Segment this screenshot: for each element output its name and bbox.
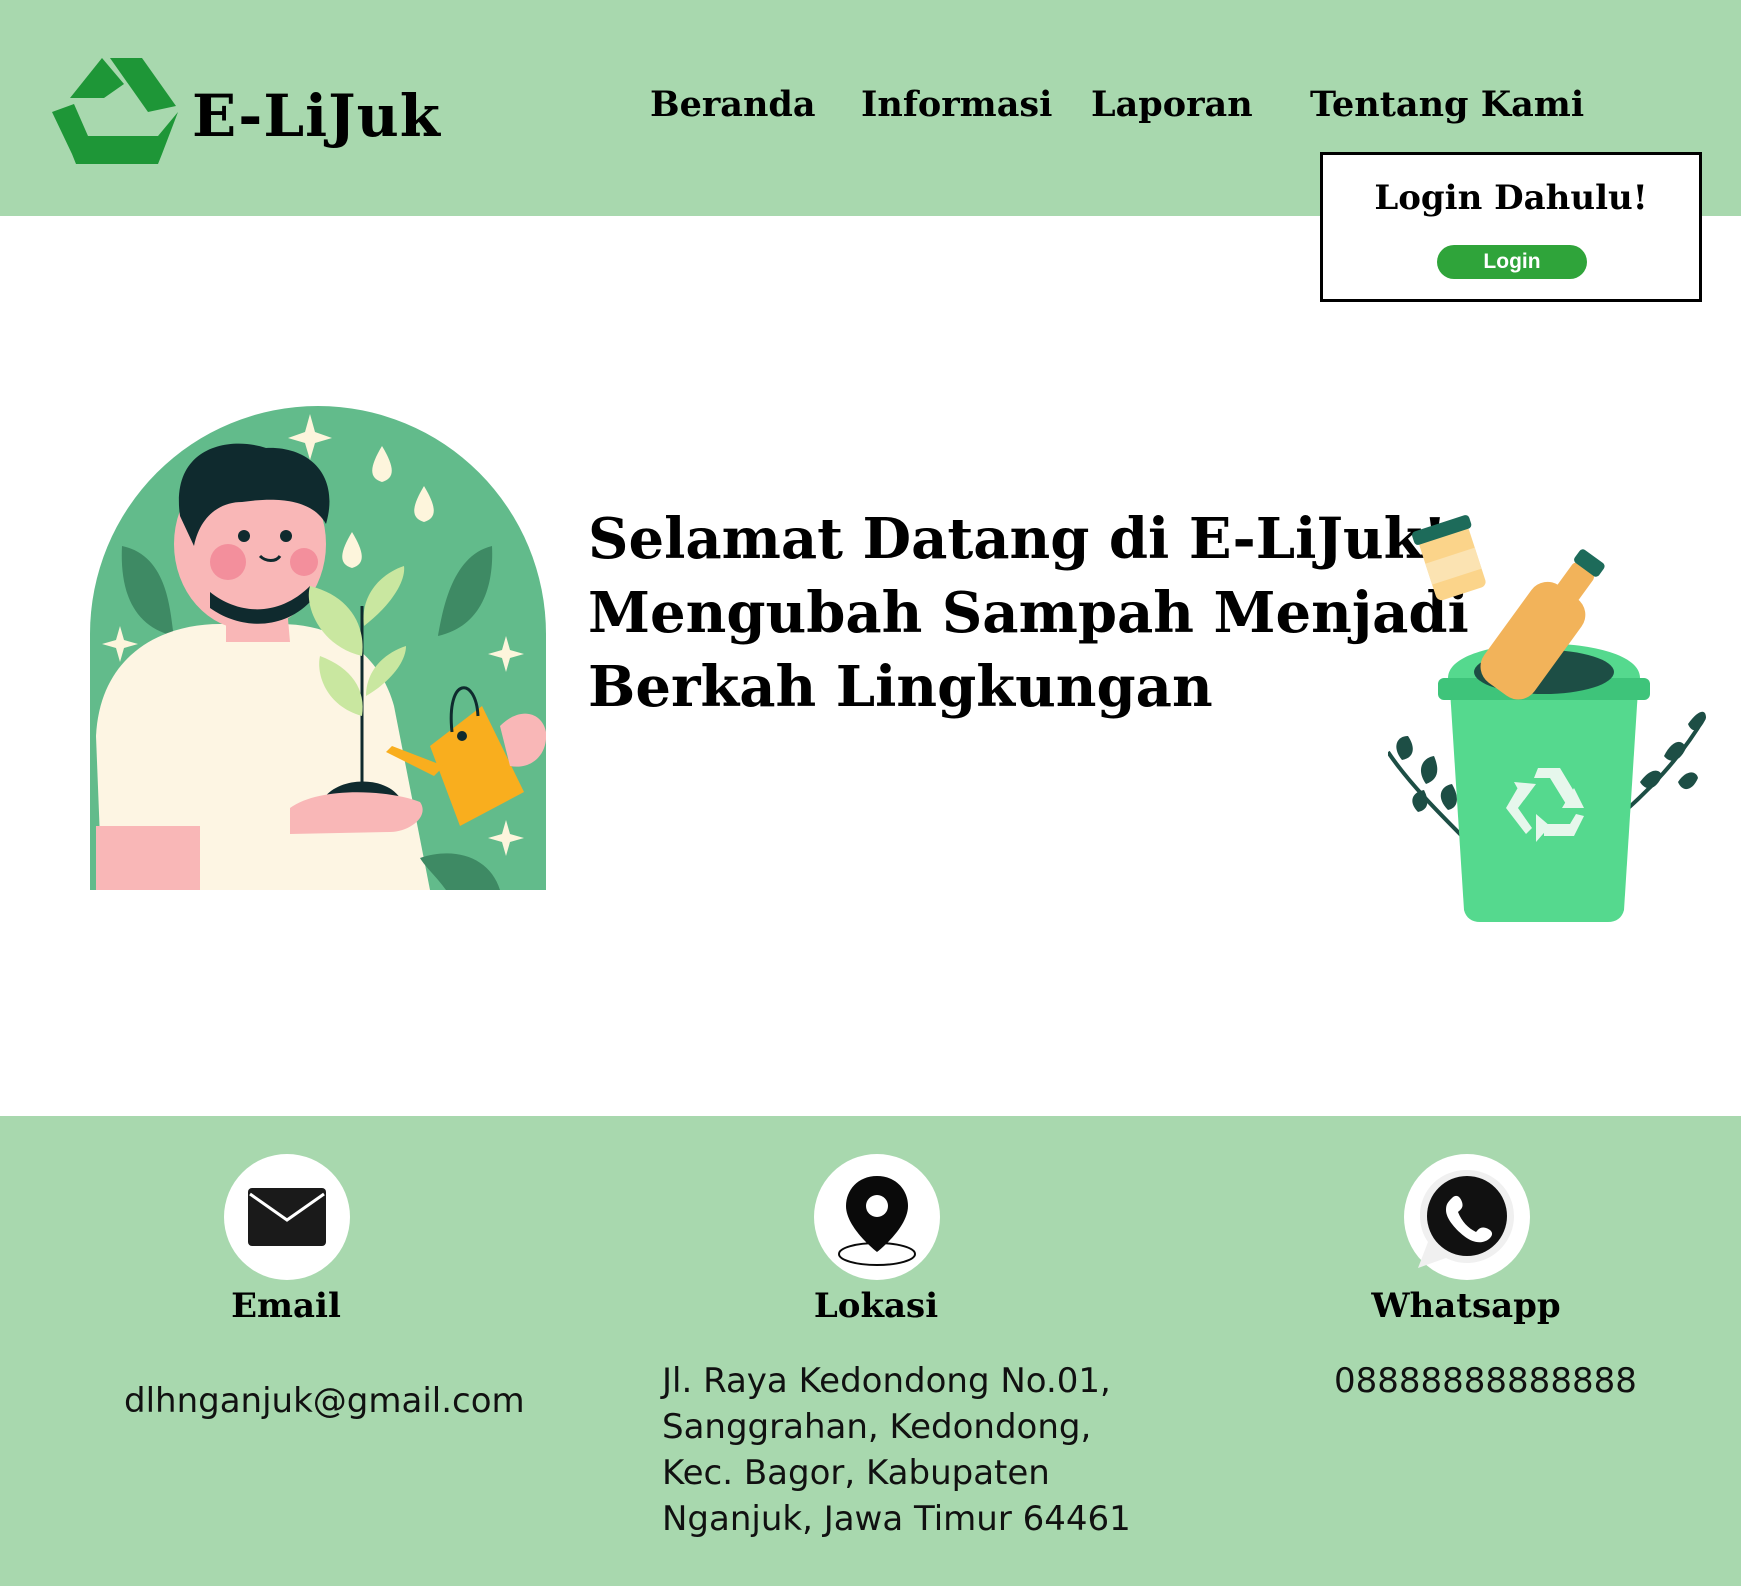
hero-line: Mengubah Sampah Menjadi — [588, 580, 1469, 646]
login-prompt-box: Login Dahulu! Login — [1320, 152, 1702, 302]
login-button[interactable]: Login — [1437, 245, 1587, 279]
address-line: Sanggrahan, Kedondong, — [662, 1407, 1092, 1447]
map-pin-icon[interactable] — [814, 1154, 940, 1280]
hero-line: Berkah Lingkungan — [588, 654, 1213, 720]
nav-beranda[interactable]: Beranda — [650, 80, 816, 130]
email-value[interactable]: dlhnganjuk@gmail.com — [124, 1378, 525, 1424]
whatsapp-icon[interactable] — [1404, 1154, 1530, 1280]
login-prompt-title: Login Dahulu! — [1374, 178, 1648, 218]
recycle-logo-icon[interactable] — [52, 54, 182, 164]
recycle-bin-illustration — [1388, 515, 1706, 922]
hero-heading: Selamat Datang di E-LiJuk! Mengubah Samp… — [588, 502, 1469, 724]
address-line: Nganjuk, Jawa Timur 64461 — [662, 1499, 1131, 1539]
hero-line: Selamat Datang di E-LiJuk! — [588, 506, 1448, 572]
nav-tentang-kami[interactable]: Tentang Kami — [1310, 80, 1584, 130]
gardener-illustration — [90, 406, 546, 890]
nav-laporan[interactable]: Laporan — [1091, 80, 1253, 130]
envelope-icon[interactable] — [224, 1154, 350, 1280]
address-line: Kec. Bagor, Kabupaten — [662, 1453, 1050, 1493]
nav-informasi[interactable]: Informasi — [861, 80, 1052, 130]
footer-contact-band: Email dlhnganjuk@gmail.com Lokasi Jl. Ra… — [0, 1116, 1741, 1586]
address-line: Jl. Raya Kedondong No.01, — [662, 1361, 1111, 1401]
location-label: Lokasi — [813, 1286, 939, 1326]
location-address: Jl. Raya Kedondong No.01, Sanggrahan, Ke… — [662, 1358, 1162, 1542]
email-label: Email — [231, 1286, 341, 1326]
whatsapp-number[interactable]: 08888888888888 — [1334, 1358, 1637, 1404]
whatsapp-label: Whatsapp — [1371, 1286, 1561, 1326]
brand-name[interactable]: E-LiJuk — [192, 80, 441, 152]
